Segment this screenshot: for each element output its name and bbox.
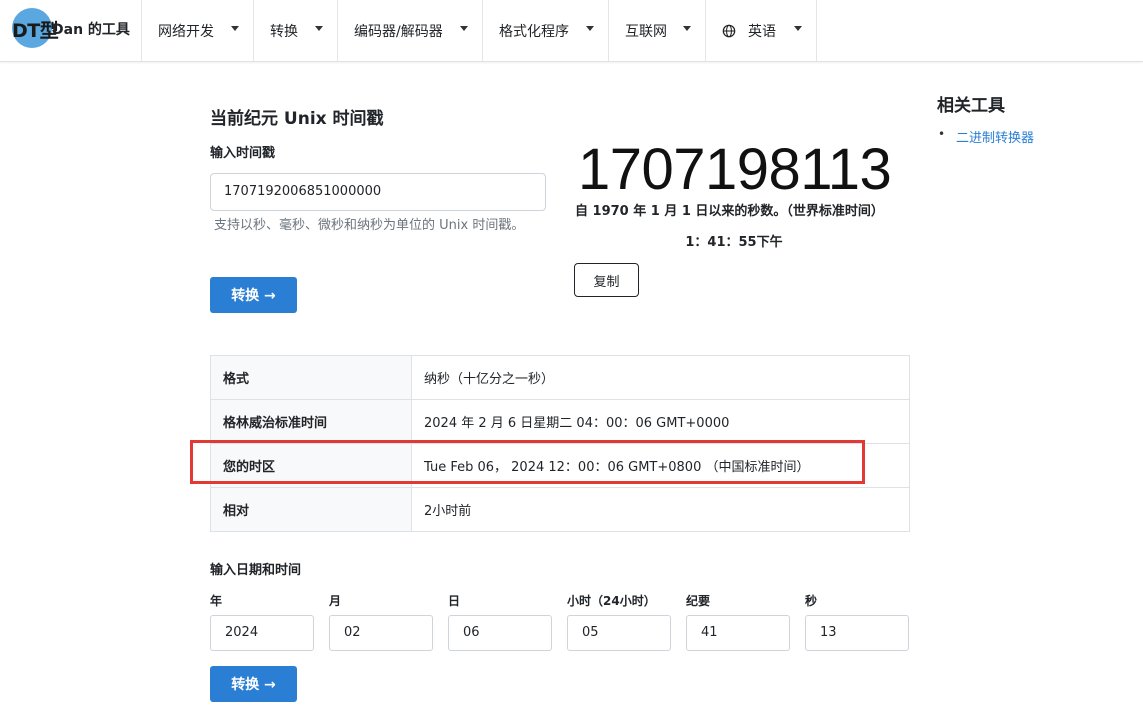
field-label-hour: 小时（24小时） <box>567 594 656 608</box>
row-key: 相对 <box>210 487 412 532</box>
caret-down-icon <box>794 26 802 31</box>
field-label-day: 日 <box>448 594 461 608</box>
row-value: 2小时前 <box>411 487 910 532</box>
nav-item-label: 转换 <box>270 23 298 40</box>
brand[interactable]: DT型 Dan 的工具 <box>0 0 141 61</box>
nav-item-encoder-decoder[interactable]: 编码器/解码器 <box>337 0 482 61</box>
current-timestamp: 1707198113 <box>578 137 892 202</box>
table-row: 格林威治标准时间 2024 年 2 月 6 日星期二 04：00：06 GMT+… <box>210 399 910 444</box>
table-row: 相对 2小时前 <box>210 487 910 532</box>
caret-down-icon <box>586 26 594 31</box>
timestamp-input[interactable]: 1707192006851000000 <box>210 173 546 211</box>
row-key: 您的时区 <box>210 443 412 488</box>
field-label-month: 月 <box>329 594 342 608</box>
minute-field[interactable]: 41 <box>686 615 790 651</box>
caret-down-icon <box>460 26 468 31</box>
row-key: 格林威治标准时间 <box>210 399 412 444</box>
table-row: 格式 纳秒（十亿分之一秒） <box>210 355 910 400</box>
caret-down-icon <box>231 26 239 31</box>
nav-item-formatters[interactable]: 格式化程序 <box>482 0 608 61</box>
nav-item-internet[interactable]: 互联网 <box>608 0 705 61</box>
field-label-year: 年 <box>210 594 223 608</box>
globe-icon <box>722 24 736 37</box>
related-link-binary-converter[interactable]: 二进制转换器 <box>956 127 1034 146</box>
nav-item-label: 网络开发 <box>158 23 214 40</box>
list-bullet: • <box>938 127 946 141</box>
nav-item-label: 编码器/解码器 <box>354 23 443 40</box>
month-field[interactable]: 02 <box>329 615 433 651</box>
convert-date-button[interactable]: 转换 → <box>210 666 297 702</box>
nav-item-convert[interactable]: 转换 <box>253 0 337 61</box>
result-table: 格式 纳秒（十亿分之一秒） 格林威治标准时间 2024 年 2 月 6 日星期二… <box>210 355 910 532</box>
timestamp-hint: 支持以秒、毫秒、微秒和纳秒为单位的 Unix 时间戳。 <box>214 218 525 233</box>
nav-item-label: 英语 <box>748 23 776 40</box>
nav-item-label: 互联网 <box>625 23 667 40</box>
table-row: 您的时区 Tue Feb 06， 2024 12：00：06 GMT+0800 … <box>210 443 910 488</box>
related-tools-title: 相关工具 <box>937 96 1005 116</box>
field-label-second: 秒 <box>805 594 818 608</box>
day-field[interactable]: 06 <box>448 615 552 651</box>
nav-item-label: 格式化程序 <box>499 23 569 40</box>
row-key: 格式 <box>210 355 412 400</box>
page-title: 当前纪元 Unix 时间戳 <box>210 109 384 129</box>
convert-timestamp-button[interactable]: 转换 → <box>210 277 297 313</box>
caret-down-icon <box>315 26 323 31</box>
caret-down-icon <box>683 26 691 31</box>
since-epoch-text: 自 1970 年 1 月 1 日以来的秒数。（世界标准时间） <box>575 204 884 219</box>
top-navbar: DT型 Dan 的工具 网络开发 转换 编码器/解码器 格式化程序 互联网 英语 <box>0 0 1143 62</box>
nav-item-language[interactable]: 英语 <box>705 0 817 61</box>
field-label-minute: 纪要 <box>686 594 711 608</box>
second-field[interactable]: 13 <box>805 615 909 651</box>
hour-field[interactable]: 05 <box>567 615 671 651</box>
current-time: 1：41：55下午 <box>685 235 783 250</box>
date-input-label: 输入日期和时间 <box>210 563 302 578</box>
row-value: 2024 年 2 月 6 日星期二 04：00：06 GMT+0000 <box>411 399 910 444</box>
year-field[interactable]: 2024 <box>210 615 314 651</box>
timestamp-input-label: 输入时间戳 <box>210 146 276 161</box>
brand-name: Dan 的工具 <box>52 22 130 38</box>
copy-button[interactable]: 复制 <box>574 263 639 297</box>
row-value: 纳秒（十亿分之一秒） <box>424 372 555 387</box>
nav-item-web-dev[interactable]: 网络开发 <box>141 0 253 61</box>
row-value: Tue Feb 06， 2024 12：00：06 GMT+0800 （中国标准… <box>411 443 910 488</box>
